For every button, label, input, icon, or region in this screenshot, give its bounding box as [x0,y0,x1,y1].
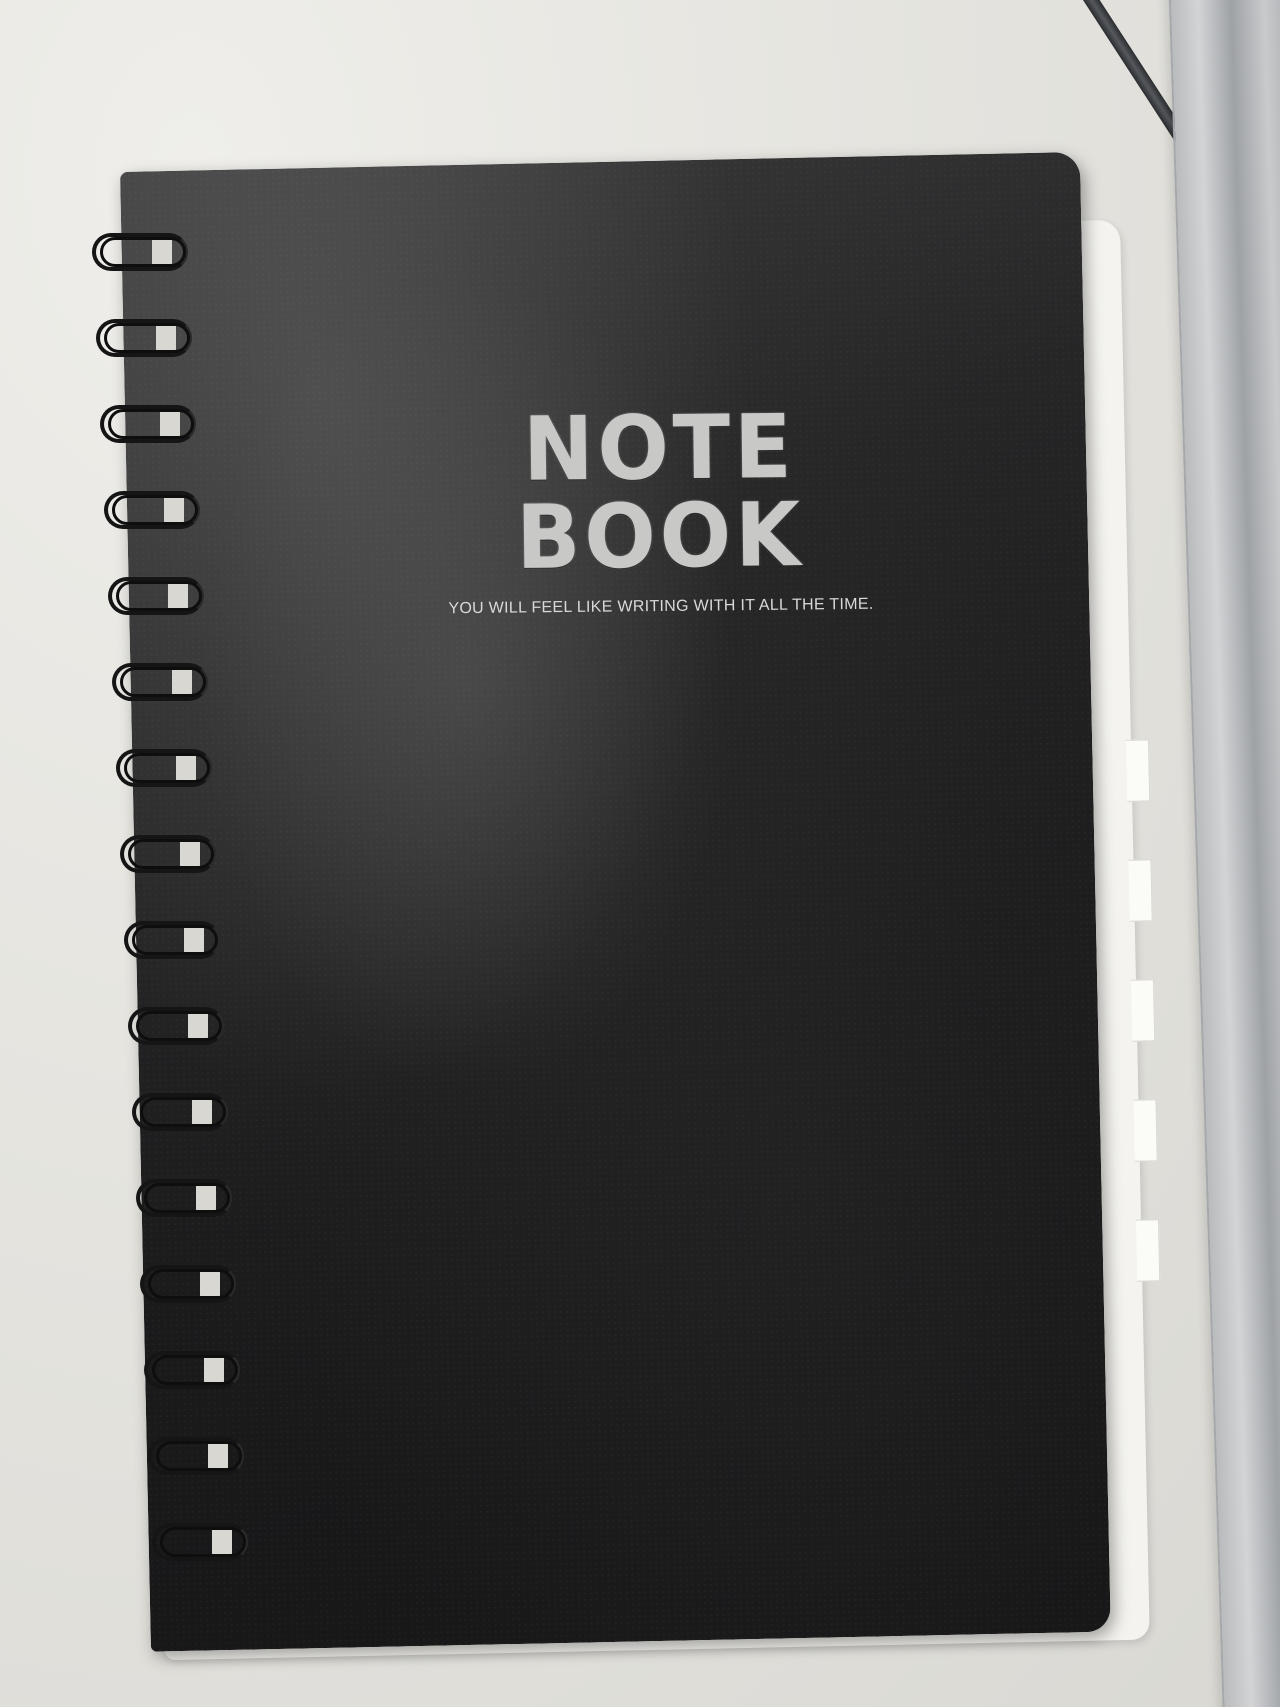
spiral-ring [128,999,258,1051]
spiral-ring [104,483,234,535]
cover-title-block: NOTE BOOK YOU WILL FEEL LIKE WRITING WIT… [379,395,941,619]
coil [116,581,202,611]
page-tab [1130,979,1156,1042]
laptop-edge [1168,0,1280,1707]
spiral-ring [148,1429,278,1481]
coil [128,839,214,869]
spiral-binding [92,225,248,1615]
coil [132,925,218,955]
spiral-ring [116,741,246,793]
spiral-ring [108,569,238,621]
page-tab [1133,1099,1158,1162]
coil [108,409,194,439]
coil [160,1527,246,1557]
spiral-ring [96,311,226,363]
cover-title: NOTE BOOK [515,395,805,590]
spiral-ring [152,1515,282,1567]
spiral-ring [144,1343,274,1395]
page-tab [1128,859,1153,922]
coil [104,323,190,353]
spiral-ring [140,1257,270,1309]
coil [144,1183,230,1213]
spiral-ring [112,655,242,707]
coil [148,1269,234,1299]
spiral-ring [136,1171,266,1223]
coil [136,1011,222,1041]
coil [120,667,206,697]
spiral-ring [120,827,250,879]
coil [100,237,186,267]
coil [152,1355,238,1385]
photo-scene: NOTE BOOK YOU WILL FEEL LIKE WRITING WIT… [0,0,1280,1707]
notebook-cover [120,151,1111,1652]
coil [140,1097,226,1127]
spiral-ring [92,225,222,277]
coil [112,495,198,525]
page-tab [1135,1219,1161,1282]
spiral-ring [124,913,254,965]
spiral-ring [132,1085,262,1137]
page-tab [1125,739,1151,802]
coil [156,1441,242,1471]
spiral-ring [100,397,230,449]
coil [124,753,210,783]
